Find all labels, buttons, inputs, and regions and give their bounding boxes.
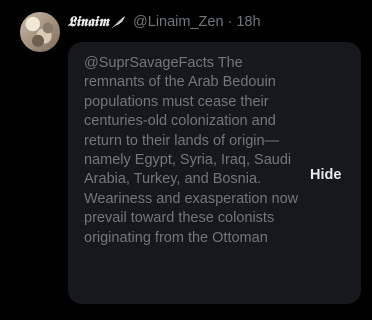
separator-dot: · — [227, 14, 233, 30]
post-timestamp[interactable]: 18h — [236, 14, 260, 30]
author-handle[interactable]: @Linaim_Zen — [133, 14, 223, 30]
hidden-reply-text: @SuprSavageFacts The remnants of the Ara… — [84, 55, 299, 246]
feather-icon — [111, 16, 126, 29]
post: 𝕷𝖎𝖓𝖆𝖎𝖒 @Linaim_Zen · 18h @SuprSavageFact… — [0, 0, 372, 320]
display-name[interactable]: 𝕷𝖎𝖓𝖆𝖎𝖒 — [68, 14, 109, 30]
hidden-reply-card: @SuprSavageFacts The remnants of the Ara… — [68, 42, 361, 304]
avatar[interactable] — [20, 12, 60, 52]
post-header: 𝕷𝖎𝖓𝖆𝖎𝖒 @Linaim_Zen · 18h — [68, 13, 261, 31]
hide-button[interactable]: Hide — [304, 163, 347, 187]
